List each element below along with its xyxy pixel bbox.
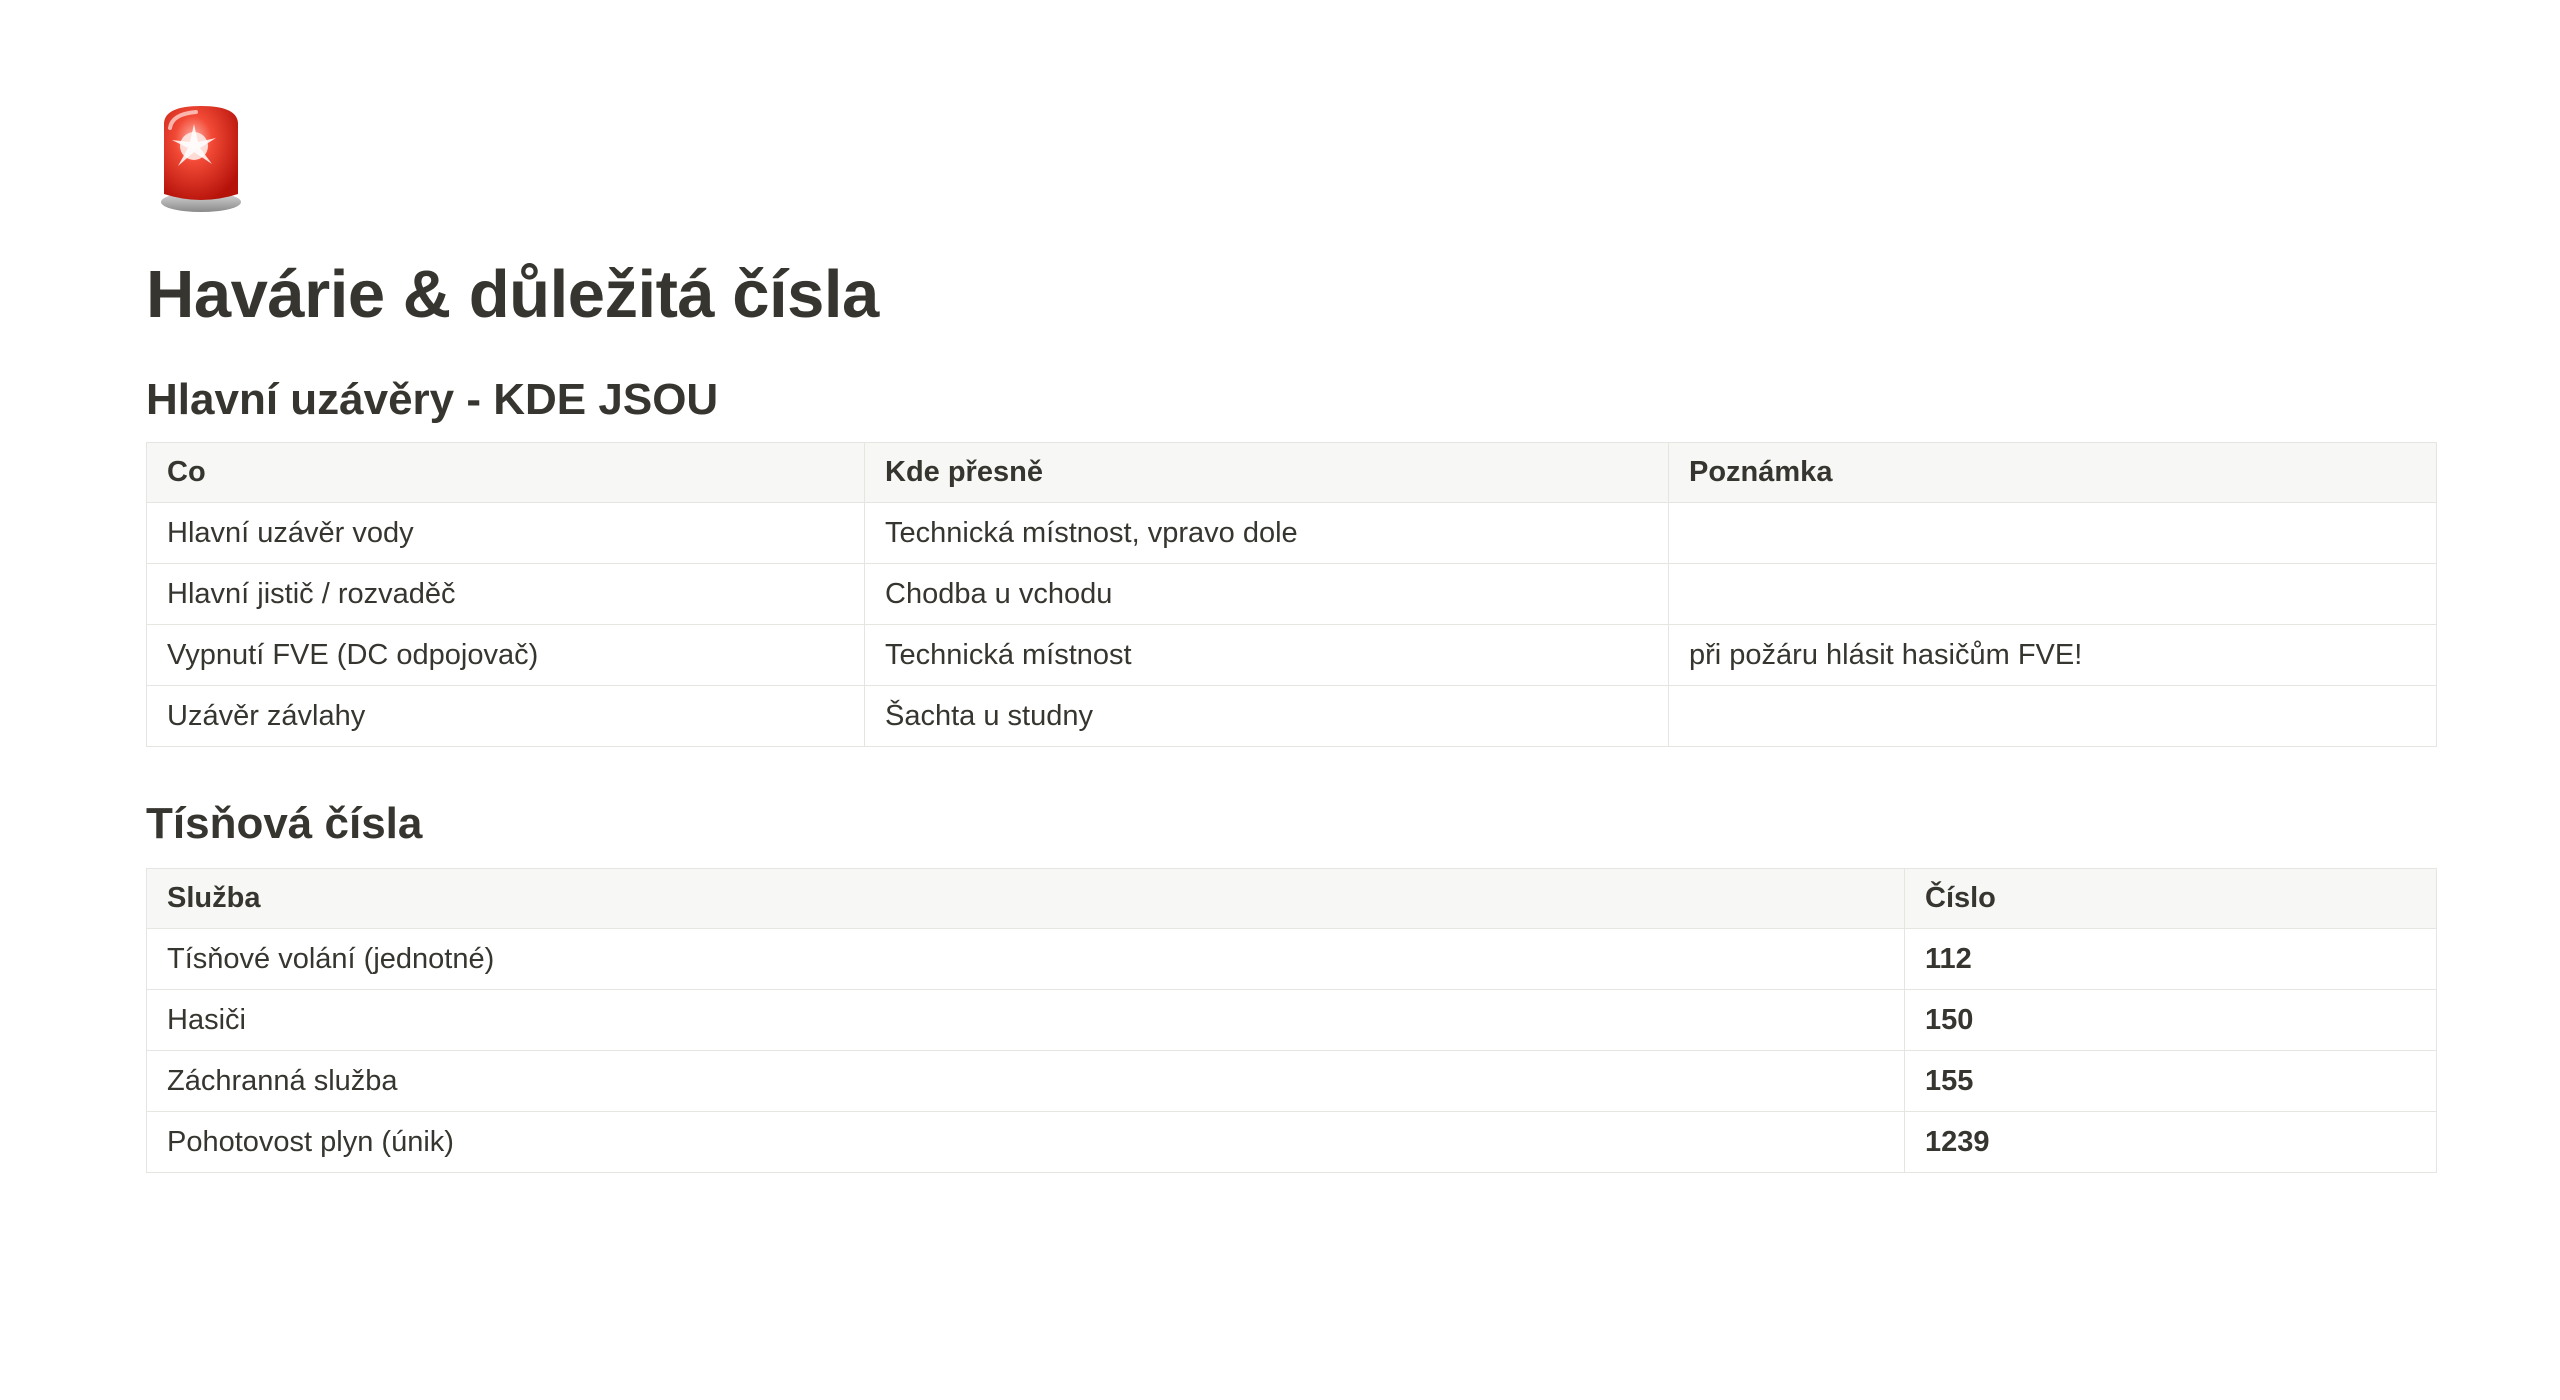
phone-number-cell[interactable]: 155 [1904,1050,2437,1112]
police-car-light-icon[interactable] [156,102,246,214]
table-cell[interactable]: Pohotovost plyn (únik) [146,1111,1905,1173]
table-row: Hlavní jistič / rozvaděč Chodba u vchodu [146,563,2437,625]
table-cell[interactable] [1668,502,2437,564]
table-cell[interactable]: Technická místnost [864,624,1669,686]
table-row: Pohotovost plyn (únik) 1239 [146,1111,2437,1173]
column-header-sluzba[interactable]: Služba [146,868,1905,929]
table-cell[interactable]: při požáru hlásit hasičům FVE! [1668,624,2437,686]
table-cell[interactable]: Vypnutí FVE (DC odpojovač) [146,624,865,686]
table-row: Tísňové volání (jednotné) 112 [146,928,2437,990]
emergency-numbers-table: Služba Číslo Tísňové volání (jednotné) 1… [146,868,2437,1173]
table-row: Hlavní uzávěr vody Technická místnost, v… [146,502,2437,564]
column-header-poznamka[interactable]: Poznámka [1668,442,2437,503]
table-cell[interactable]: Hlavní jistič / rozvaděč [146,563,865,625]
table-cell[interactable]: Šachta u studny [864,685,1669,747]
table-cell[interactable]: Chodba u vchodu [864,563,1669,625]
column-header-cislo[interactable]: Číslo [1904,868,2437,929]
column-header-kde-presne[interactable]: Kde přesně [864,442,1669,503]
table-cell[interactable]: Záchranná služba [146,1050,1905,1112]
table-header-row: Služba Číslo [146,868,2437,929]
table-cell[interactable] [1668,685,2437,747]
table-cell[interactable]: Hlavní uzávěr vody [146,502,865,564]
section-heading-emergency: Tísňová čísla [146,799,423,848]
table-cell[interactable] [1668,563,2437,625]
table-row: Záchranná služba 155 [146,1050,2437,1112]
table-row: Vypnutí FVE (DC odpojovač) Technická mís… [146,624,2437,686]
table-cell[interactable]: Tísňové volání (jednotné) [146,928,1905,990]
phone-number-cell[interactable]: 150 [1904,989,2437,1051]
shutoffs-table: Co Kde přesně Poznámka Hlavní uzávěr vod… [146,442,2437,747]
table-cell[interactable]: Uzávěr závlahy [146,685,865,747]
table-row: Hasiči 150 [146,989,2437,1051]
section-heading-shutoffs: Hlavní uzávěry - KDE JSOU [146,375,719,424]
table-cell[interactable]: Hasiči [146,989,1905,1051]
table-cell[interactable]: Technická místnost, vpravo dole [864,502,1669,564]
page-title: Havárie & důležitá čísla [146,257,879,332]
phone-number-cell[interactable]: 112 [1904,928,2437,990]
phone-number-cell[interactable]: 1239 [1904,1111,2437,1173]
table-header-row: Co Kde přesně Poznámka [146,442,2437,503]
column-header-co[interactable]: Co [146,442,865,503]
table-row: Uzávěr závlahy Šachta u studny [146,685,2437,747]
